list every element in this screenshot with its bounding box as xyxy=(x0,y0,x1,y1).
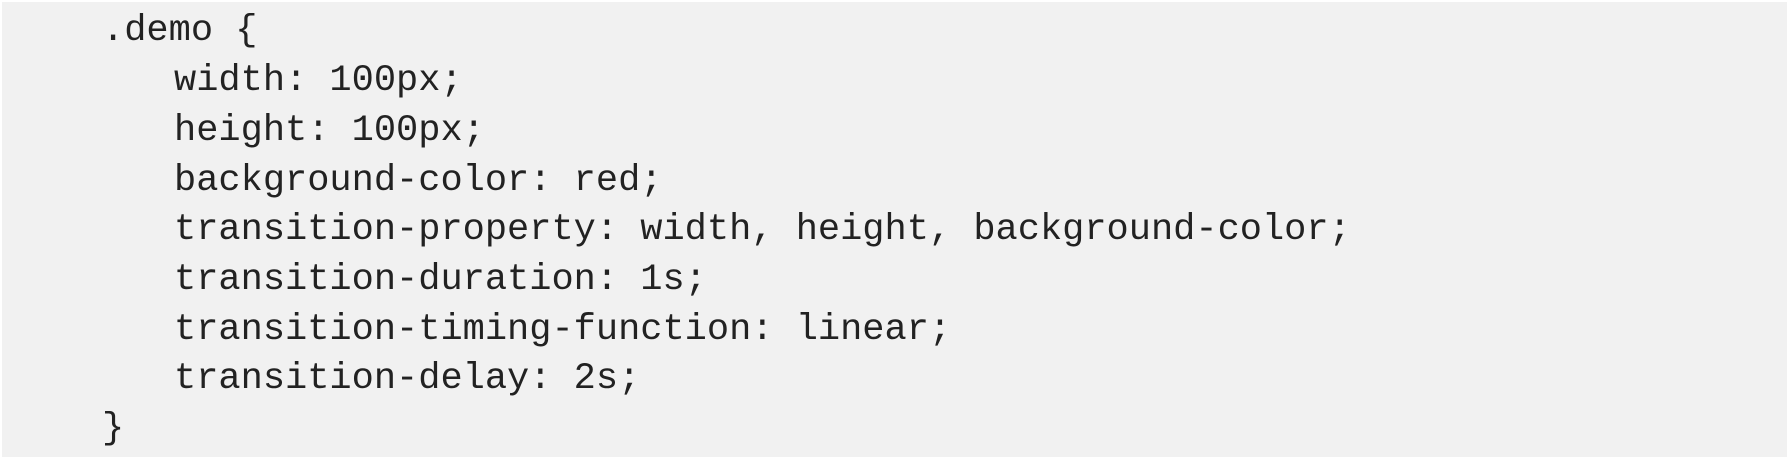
code-line-background-color: background-color: red; xyxy=(174,160,663,202)
code-line-height: height: 100px; xyxy=(174,110,485,152)
code-line-transition-timing-function: transition-timing-function: linear; xyxy=(174,309,952,351)
code-line-width: width: 100px; xyxy=(174,60,463,102)
code-line-transition-duration: transition-duration: 1s; xyxy=(174,259,707,301)
code-line-transition-property: transition-property: width, height, back… xyxy=(174,209,1351,251)
code-line-transition-delay: transition-delay: 2s; xyxy=(174,358,641,400)
code-line-selector: .demo { xyxy=(102,10,258,52)
code-block: .demo { width: 100px; height: 100px; bac… xyxy=(2,2,1787,457)
code-line-closing-brace: } xyxy=(102,408,125,450)
